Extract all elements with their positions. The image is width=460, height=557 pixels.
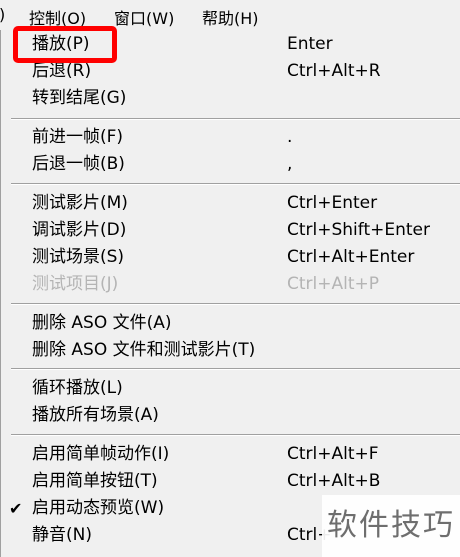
menu-item-label: 循环播放(L)	[32, 378, 123, 398]
menu-item-enable-simple-buttons[interactable]: 启用简单按钮(T) Ctrl+Alt+B	[1, 468, 460, 495]
menu-item-label: 启用简单帧动作(I)	[32, 444, 170, 464]
menu-item-label: 后退一帧(B)	[32, 154, 125, 174]
menu-item-label: 转到结尾(G)	[32, 88, 127, 108]
menu-item-shortcut: Ctrl+Alt+R	[287, 61, 381, 81]
menu-item-shortcut: Ctrl+Alt+B	[287, 471, 381, 491]
menu-item-label: 启用简单按钮(T)	[32, 471, 158, 491]
control-dropdown-menu: 播放(P) Enter 后退(R) Ctrl+Alt+R 转到结尾(G) 前进一…	[0, 30, 460, 557]
menu-item-step-backward[interactable]: 后退一帧(B) ,	[1, 151, 460, 178]
menu-item-label: 测试场景(S)	[32, 247, 125, 267]
menu-item-label: 前进一帧(F)	[32, 127, 124, 147]
menu-item-shortcut: .	[287, 127, 293, 147]
menu-item-label: 静音(N)	[32, 525, 92, 545]
menu-item-shortcut: Ctrl+Shift+Enter	[287, 220, 431, 240]
menu-item-label: 测试项目(J)	[32, 274, 119, 294]
red-highlight-box	[13, 26, 117, 63]
menu-separator	[11, 303, 460, 305]
menu-item-loop-playback[interactable]: 循环播放(L)	[1, 375, 460, 402]
menu-item-step-forward[interactable]: 前进一帧(F) .	[1, 124, 460, 151]
menu-item-label: 测试影片(M)	[32, 193, 128, 213]
menubar-help[interactable]: 帮助(H)	[202, 5, 259, 29]
menu-item-go-to-end[interactable]: 转到结尾(G)	[1, 85, 460, 112]
menu-item-shortcut: Ctrl+Enter	[287, 193, 378, 213]
menu-item-delete-aso[interactable]: 删除 ASO 文件(A)	[1, 310, 460, 337]
menu-item-label: 删除 ASO 文件(A)	[32, 313, 172, 333]
menu-item-label: 调试影片(D)	[32, 220, 127, 240]
menu-item-label: 播放所有场景(A)	[32, 405, 159, 425]
menu-item-shortcut: Ctrl+Alt+Enter	[287, 247, 415, 267]
menu-item-enable-simple-frame-actions[interactable]: 启用简单帧动作(I) Ctrl+Alt+F	[1, 441, 460, 468]
menu-item-label: 删除 ASO 文件和测试影片(T)	[32, 340, 256, 360]
menu-item-shortcut: Enter	[287, 34, 333, 54]
watermark: 软件技巧	[322, 495, 460, 557]
menu-item-test-scene[interactable]: 测试场景(S) Ctrl+Alt+Enter	[1, 244, 460, 271]
checkmark-icon: ✔	[9, 499, 23, 518]
menu-item-debug-movie[interactable]: 调试影片(D) Ctrl+Shift+Enter	[1, 217, 460, 244]
menu-item-shortcut: ,	[287, 154, 293, 174]
menu-separator	[11, 434, 460, 436]
menu-separator	[11, 368, 460, 370]
menu-item-delete-aso-and-test[interactable]: 删除 ASO 文件和测试影片(T)	[1, 337, 460, 364]
menu-item-test-movie[interactable]: 测试影片(M) Ctrl+Enter	[1, 190, 460, 217]
menubar-edge-paren: )	[0, 5, 5, 24]
menu-item-test-project: 测试项目(J) Ctrl+Alt+P	[1, 271, 460, 298]
menu-separator	[11, 118, 460, 120]
menu-item-shortcut: Ctrl+Alt+F	[287, 444, 379, 464]
menu-item-label: 启用动态预览(W)	[32, 498, 165, 518]
menu-item-play-all-scenes[interactable]: 播放所有场景(A)	[1, 402, 460, 429]
menu-item-shortcut: Ctrl+Alt+P	[287, 274, 380, 294]
menu-separator	[11, 183, 460, 185]
menubar-window[interactable]: 窗口(W)	[114, 5, 174, 29]
